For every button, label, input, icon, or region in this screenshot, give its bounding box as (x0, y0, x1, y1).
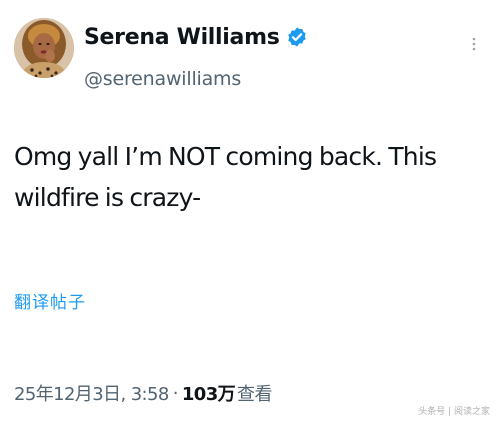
view-count: 103万 (181, 384, 236, 405)
meta-separator: · (172, 382, 179, 404)
author-display-name[interactable]: Serena Williams (84, 25, 280, 50)
avatar-photo (14, 18, 74, 78)
watermark: 头条号 | 阅读之家 (418, 407, 490, 417)
tweet-timestamp[interactable]: 25年12月3日, 3:58 (14, 380, 169, 406)
tweet-text: Omg yall I’m NOT coming back. This wildf… (14, 142, 437, 212)
translate-post-link[interactable]: 翻译帖子 (14, 288, 86, 313)
tweet-meta: 25年12月3日, 3:58 · 103万 查看 (14, 380, 272, 406)
verified-badge-icon (287, 27, 306, 47)
tweet-card: Serena Williams @serenawilliams Omg yall… (0, 0, 500, 440)
more-options-icon[interactable] (466, 36, 482, 52)
author-handle[interactable]: @serenawilliams (84, 68, 241, 90)
author-name-row[interactable]: Serena Williams (84, 22, 308, 52)
view-label: 查看 (237, 384, 272, 405)
avatar[interactable] (14, 18, 74, 78)
